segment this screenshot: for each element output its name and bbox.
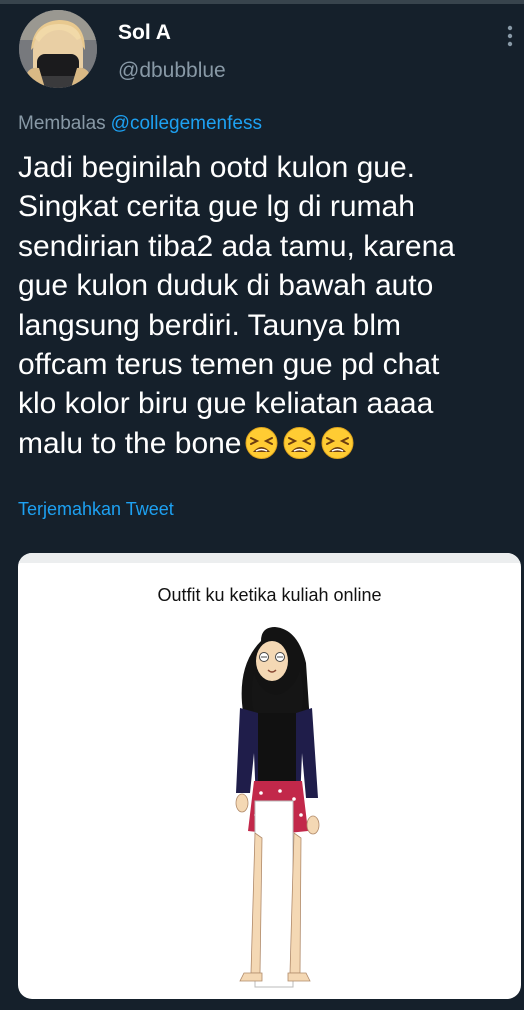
tweet-text-line: langsung berdiri. Taunya blm (18, 308, 402, 342)
avatar-image (19, 10, 97, 88)
tweet-text-line: malu to the bone (18, 426, 242, 460)
more-vertical-icon[interactable] (500, 22, 520, 50)
tweet-text: Jadi beginilah ootd kulon gue. Singkat c… (18, 148, 520, 463)
translate-tweet-link[interactable]: Terjemahkan Tweet (18, 497, 174, 521)
tweet-text-line: sendirian tiba2 ada tamu, karena (18, 229, 455, 263)
tweet-text-line: offcam terus temen gue pd chat (18, 347, 440, 381)
display-name[interactable]: Sol A (118, 20, 171, 46)
top-divider (0, 0, 524, 4)
replying-mention-link[interactable]: @collegemenfess (111, 113, 262, 134)
replying-prefix: Membalas (18, 113, 106, 134)
emoji-group (243, 426, 357, 459)
tweet-text-line: Jadi beginilah ootd kulon gue. (18, 151, 415, 184)
tweet-text-last-line: malu to the bone (18, 424, 520, 463)
tweet-text-line: gue kulon duduk di bawah auto (18, 269, 434, 303)
tweet-text-line: klo kolor biru gue keliatan aaaa (18, 387, 434, 421)
tweet-text-line: Singkat cerita gue lg di rumah (18, 190, 415, 224)
tired-face-emoji-icon (321, 426, 353, 459)
avatar[interactable] (19, 10, 97, 88)
tired-face-emoji-icon (283, 426, 315, 459)
replying-to: Membalas @collegemenfess (18, 111, 262, 137)
cartoon-illustration (235, 627, 320, 988)
tired-face-emoji-icon (245, 426, 277, 459)
user-handle[interactable]: @dbubblue (118, 58, 226, 84)
tweet-media[interactable]: Outfit ku ketika kuliah online (18, 553, 521, 999)
